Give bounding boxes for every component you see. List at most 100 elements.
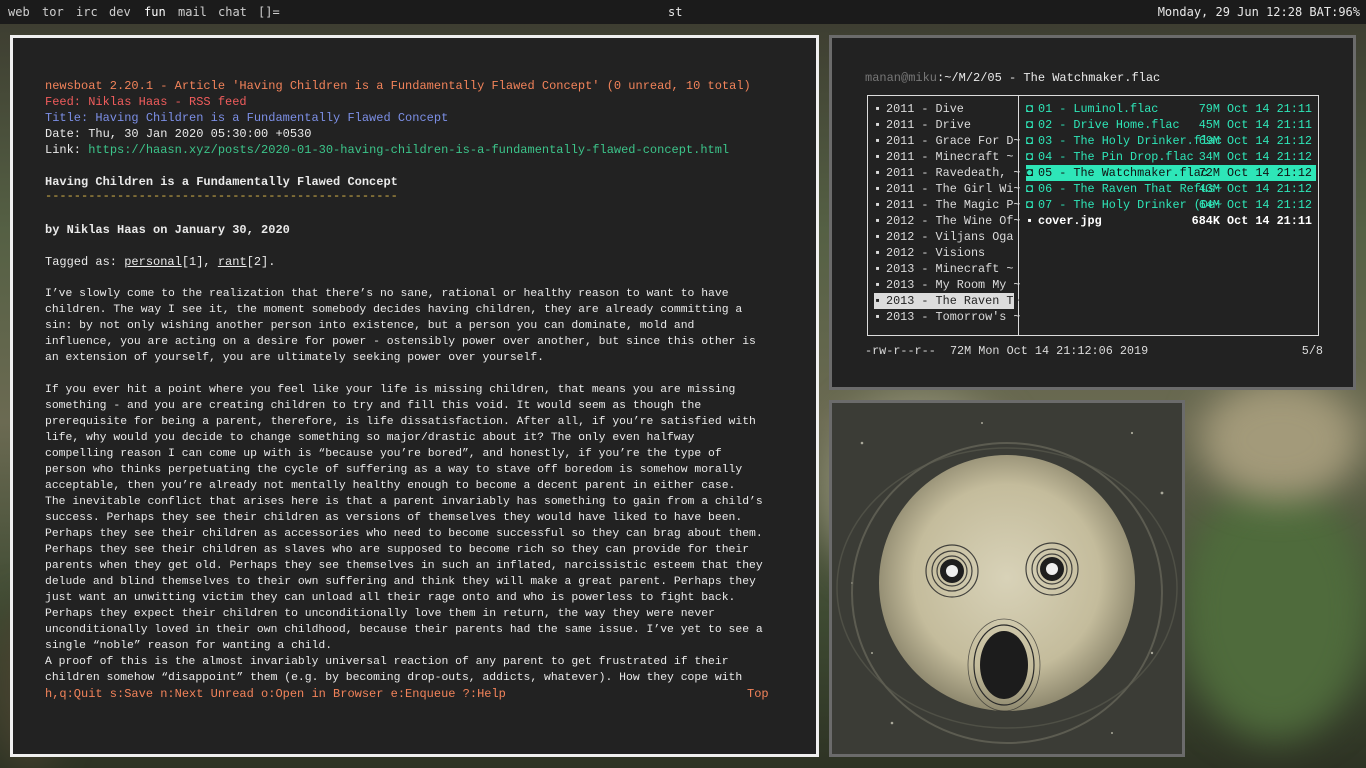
directory-label: 2012 - The Wine Of~ <box>886 214 1021 228</box>
directory-item[interactable]: ▪ 2011 - Grace For D~ <box>874 133 1021 149</box>
file-meta: 684K Oct 14 21:11 <box>1191 214 1312 228</box>
file-name: 06 - The Raven That Refus~ <box>1038 182 1223 196</box>
folder-icon: ▪ <box>874 230 882 244</box>
folder-icon: ▪ <box>874 278 882 292</box>
file-item[interactable]: ▪ cover.jpg 684K Oct 14 21:11 <box>1026 213 1316 229</box>
tag-personal[interactable]: personal <box>124 255 182 269</box>
directory-item[interactable]: ▪ 2011 - Minecraft ~ <box>874 149 1014 165</box>
image-file-icon: ▪ <box>1026 214 1034 228</box>
directory-item[interactable]: ▪ 2013 - My Room My ~ <box>874 277 1021 293</box>
newsboat-header: newsboat 2.20.1 - Article 'Having Childr… <box>45 79 751 93</box>
folder-icon: ▪ <box>874 262 882 276</box>
file-meta: 34M Oct 14 21:12 <box>1198 150 1312 164</box>
article-date: Date: Thu, 30 Jan 2020 05:30:00 +0530 <box>45 127 312 141</box>
article-paragraph-1: I’ve slowly come to the realization that… <box>45 288 756 364</box>
link-label: Link: <box>45 143 89 157</box>
ranger-window[interactable]: manan@miku:~/M/2/05 - The Watchmaker.fla… <box>829 35 1356 390</box>
directory-label: 2011 - Grace For D~ <box>886 134 1021 148</box>
file-item[interactable]: ◘ 01 - Luminol.flac 79M Oct 14 21:11 <box>1026 101 1316 117</box>
directory-item[interactable]: ▪ 2013 - The Raven T~ <box>874 293 1021 309</box>
ranger-panes: ▪ 2011 - Dive ▪ 2011 - Drive ▪ 2011 - Grace F… <box>867 95 1319 336</box>
audio-file-icon: ◘ <box>1026 102 1034 116</box>
article-title-meta: Title: Having Children is a Fundamentall… <box>45 111 449 125</box>
folder-icon: ▪ <box>874 150 882 164</box>
file-name: 04 - The Pin Drop.flac <box>1038 150 1194 164</box>
file-item[interactable]: ◘ 02 - Drive Home.flac 45M Oct 14 21:11 <box>1026 117 1316 133</box>
tag-rant-ref: [2]. <box>246 255 276 269</box>
workspace-irc[interactable]: irc <box>76 5 98 19</box>
folder-icon: ▪ <box>874 198 882 212</box>
top-bar: web tor irc dev fun mail chat []= st Mon… <box>0 0 1366 24</box>
directory-label: 2013 - Tomorrow's ~ <box>886 310 1021 324</box>
tag-rant[interactable]: rant <box>218 255 247 269</box>
article-byline: by Niklas Haas on January 30, 2020 <box>45 223 290 237</box>
ranger-path-title: manan@miku:~/M/2/05 - The Watchmaker.fla… <box>865 71 1160 85</box>
file-item[interactable]: ◘ 03 - The Holy Drinker.flac 69M Oct 14 21… <box>1026 133 1316 149</box>
directory-item[interactable]: ▪ 2012 - The Wine Of~ <box>874 213 1021 229</box>
file-item[interactable]: ◘ 04 - The Pin Drop.flac 34M Oct 14 21:12 <box>1026 149 1316 165</box>
file-name: cover.jpg <box>1038 214 1102 228</box>
folder-icon: ▪ <box>874 102 882 116</box>
file-item[interactable]: ◘ 06 - The Raven That Refus~ 43M Oct 14 21… <box>1026 181 1316 197</box>
keybinding-help: h,q:Quit s:Save n:Next Unread o:Open in … <box>45 687 506 701</box>
tags-prefix: Tagged as: <box>45 255 125 269</box>
article-paragraph-3: The inevitable conflict that arises here… <box>45 496 763 652</box>
article-paragraph-4: A proof of this is the almost invariably… <box>45 656 743 684</box>
newsboat-window[interactable]: newsboat 2.20.1 - Article 'Having Childr… <box>10 35 819 757</box>
file-item[interactable]: ◘ 07 - The Holy Drinker (De~ 64M Oct 14 21… <box>1026 197 1316 213</box>
folder-icon: ▪ <box>874 182 882 196</box>
directory-item[interactable]: ▪ 2012 - Visions <box>874 245 1014 261</box>
article-paragraph-2: If you ever hit a point where you feel l… <box>45 384 756 492</box>
workspace-fun[interactable]: fun <box>144 5 166 19</box>
workspace-web[interactable]: web <box>8 5 30 19</box>
article-link: Link: https://haasn.xyz/posts/2020-01-30… <box>45 142 729 158</box>
album-cover-image <box>832 403 1182 754</box>
workspace-tor[interactable]: tor <box>42 5 64 19</box>
directory-item[interactable]: ▪ 2011 - The Girl Wi~ <box>874 181 1021 197</box>
file-info: -rw-r--r-- 72M Mon Oct 14 21:12:06 2019 <box>865 344 1149 358</box>
folder-icon: ▪ <box>874 310 882 324</box>
directory-label: 2011 - The Magic P~ <box>886 198 1021 212</box>
directory-item[interactable]: ▪ 2011 - Dive <box>874 101 1014 117</box>
scroll-position: Top <box>747 687 769 701</box>
directory-item[interactable]: ▪ 2012 - Viljans Oga <box>874 229 1014 245</box>
audio-file-icon: ◘ <box>1026 118 1034 132</box>
ranger-status-bar: -rw-r--r-- 72M Mon Oct 14 21:12:06 2019 5… <box>865 344 1323 358</box>
workspace-mail[interactable]: mail <box>178 5 207 19</box>
directory-item[interactable]: ▪ 2013 - Minecraft ~ <box>874 261 1014 277</box>
file-position: 5/8 <box>1301 344 1323 358</box>
directory-label: 2013 - My Room My ~ <box>886 278 1021 292</box>
user-host: manan@miku <box>865 71 938 85</box>
directory-label: 2012 - Visions <box>886 246 986 260</box>
window-title: st <box>668 5 683 19</box>
tag-personal-ref: [1], <box>181 255 218 269</box>
workspace-chat[interactable]: chat <box>218 5 247 19</box>
audio-file-icon: ◘ <box>1026 150 1034 164</box>
directory-item[interactable]: ▪ 2011 - Ravedeath, ~ <box>874 165 1021 181</box>
folder-icon: ▪ <box>874 294 882 308</box>
directory-label: 2011 - The Girl Wi~ <box>886 182 1021 196</box>
file-item[interactable]: ◘ 05 - The Watchmaker.flac 72M Oct 14 21:1… <box>1026 165 1316 181</box>
article-url[interactable]: https://haasn.xyz/posts/2020-01-30-havin… <box>88 143 729 157</box>
file-meta: 79M Oct 14 21:11 <box>1198 102 1312 116</box>
status-clock-battery: Monday, 29 Jun 12:28 BAT:96% <box>1157 5 1360 19</box>
file-name: 03 - The Holy Drinker.flac <box>1038 134 1223 148</box>
file-meta: 43M Oct 14 21:12 <box>1198 182 1312 196</box>
file-meta: 69M Oct 14 21:12 <box>1198 134 1312 148</box>
audio-file-icon: ◘ <box>1026 198 1034 212</box>
file-name: 01 - Luminol.flac <box>1038 102 1159 116</box>
audio-file-icon: ◘ <box>1026 182 1034 196</box>
layout-indicator[interactable]: []= <box>258 5 280 19</box>
workspace-dev[interactable]: dev <box>109 5 131 19</box>
article-tags: Tagged as: personal[1], rant[2]. <box>45 254 275 270</box>
directory-item[interactable]: ▪ 2011 - Drive <box>874 117 1014 133</box>
file-list: ◘ 01 - Luminol.flac 79M Oct 14 21:11 ◘ 02 - … <box>1026 101 1316 229</box>
directory-item[interactable]: ▪ 2011 - The Magic P~ <box>874 197 1021 213</box>
directory-item[interactable]: ▪ 2013 - Tomorrow's ~ <box>874 309 1021 325</box>
directory-label: 2011 - Drive <box>886 118 971 132</box>
folder-icon: ▪ <box>874 246 882 260</box>
current-path: :~/M/2/05 - The Watchmaker.flac <box>937 71 1161 85</box>
directory-label: 2013 - The Raven T~ <box>886 294 1021 308</box>
directory-list: ▪ 2011 - Dive ▪ 2011 - Drive ▪ 2011 - Grace F… <box>874 101 1021 325</box>
folder-icon: ▪ <box>874 214 882 228</box>
